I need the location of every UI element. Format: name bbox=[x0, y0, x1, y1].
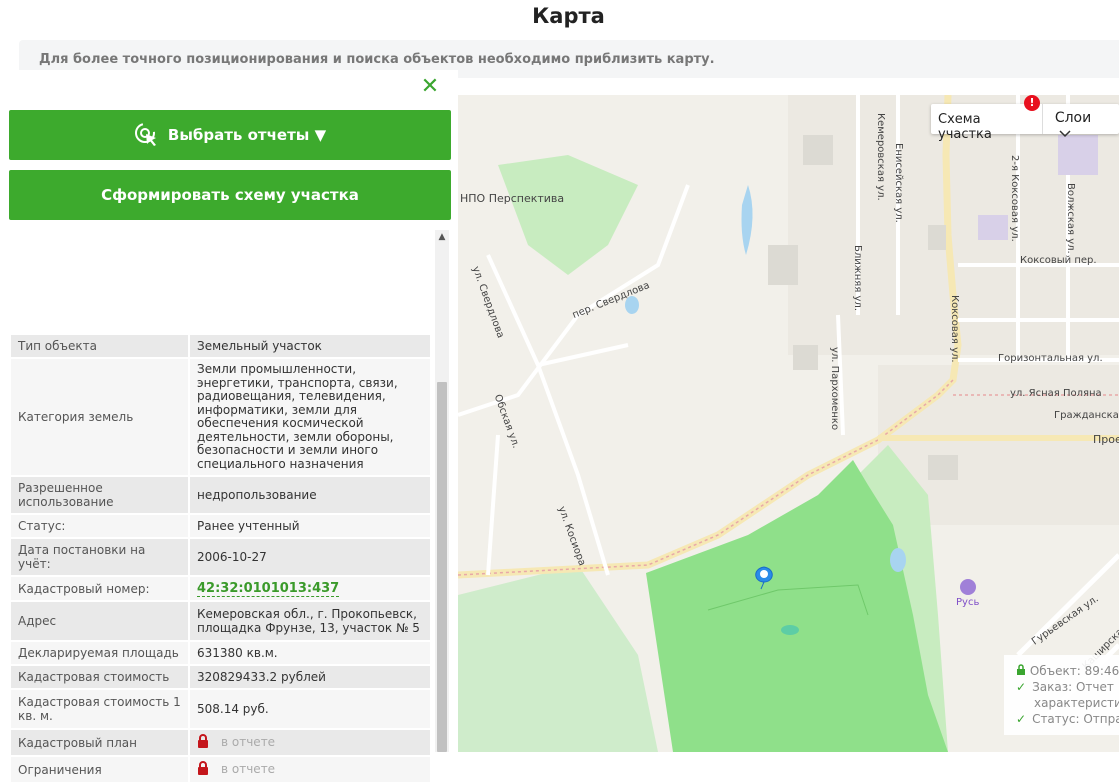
map-label-volzhskaya: Волжская ул. bbox=[1065, 183, 1076, 254]
hotel-icon bbox=[960, 579, 976, 595]
check-icon: ✓ bbox=[1016, 680, 1027, 694]
alert-badge: ! bbox=[1024, 95, 1040, 111]
table-row: Дата постановки на учёт: 2006-10-27 bbox=[11, 539, 430, 575]
attr-value: Кемеровская обл., г. Прокопьевск, площад… bbox=[188, 602, 430, 640]
attr-key: Кадастровая стоимость bbox=[11, 666, 188, 688]
attr-key: Адрес bbox=[11, 602, 188, 640]
attr-key: Кадастровый номер: bbox=[11, 577, 188, 600]
status-state: Статус: Отпра bbox=[1032, 712, 1119, 726]
layers-dropdown[interactable]: Слои bbox=[1043, 104, 1119, 138]
page-title: Карта bbox=[532, 4, 605, 28]
attr-key: Декларируемая площадь bbox=[11, 642, 188, 664]
attr-key: Категория земель bbox=[11, 359, 188, 475]
map-label-pro: Прое bbox=[1093, 433, 1119, 446]
scroll-up-arrow-icon[interactable]: ▲ bbox=[435, 232, 449, 246]
close-icon[interactable]: ✕ bbox=[419, 76, 441, 98]
map-label-parkhomenko: ул. Пархоменко bbox=[829, 347, 840, 431]
table-row: Кадастровый номер: 42:32:0101013:437 bbox=[11, 577, 430, 600]
order-status-box: Объект: 89:46 ✓ Заказ: Отчет характеристи… bbox=[1004, 655, 1119, 735]
attr-value: 320829433.2 рублей bbox=[188, 666, 430, 688]
attr-key: Кадастровая стоимость 1 кв. м. bbox=[11, 690, 188, 728]
form-scheme-label: Сформировать схему участка bbox=[101, 186, 359, 204]
forest-area-southwest bbox=[458, 565, 658, 752]
attr-key: Дата постановки на учёт: bbox=[11, 539, 188, 575]
map-layer-control: Схема участка Слои bbox=[931, 104, 1119, 142]
pond-north bbox=[741, 185, 753, 255]
map-label-rus: Русь bbox=[956, 597, 980, 608]
attr-value: Земельный участок bbox=[188, 335, 430, 357]
map-label-blizhnyaya: Ближняя ул. bbox=[852, 245, 863, 311]
attr-value-locked: в отчете bbox=[188, 730, 430, 755]
cadastral-number-cell: 42:32:0101013:437 bbox=[188, 577, 430, 600]
map-label-eniseyskaya: Енисейская ул. bbox=[893, 143, 904, 223]
in-report-label: в отчете bbox=[221, 762, 276, 776]
table-row: Ограничения в отчете bbox=[11, 757, 430, 782]
status-order: Заказ: Отчет bbox=[1032, 680, 1114, 694]
attr-value: недропользование bbox=[188, 477, 430, 513]
lock-icon bbox=[197, 734, 209, 751]
cursor-click-icon bbox=[134, 123, 156, 146]
attr-key: Ограничения bbox=[11, 757, 188, 782]
map-label-koksovaya2: 2-я Коксовая ул. bbox=[1009, 155, 1020, 242]
map-label-gorizontalnaya: Горизонтальная ул. bbox=[998, 353, 1103, 364]
panel-scrollbar[interactable]: ▲ bbox=[435, 230, 449, 752]
attr-key: Тип объекта bbox=[11, 335, 188, 357]
table-row: Разрешенное использование недропользован… bbox=[11, 477, 430, 513]
form-scheme-button[interactable]: Сформировать схему участка bbox=[9, 170, 451, 220]
attr-value: 631380 кв.м. bbox=[188, 642, 430, 664]
attr-key: Разрешенное использование bbox=[11, 477, 188, 513]
map-canvas[interactable]: НПО Перспектива ул. Свердлова пер. Сверд… bbox=[458, 95, 1119, 752]
select-reports-label: Выбрать отчеты ▼ bbox=[167, 126, 327, 144]
map-label-grazhdanskaya: Гражданская bbox=[1054, 410, 1119, 421]
map-label-yasnaya-polyana: ул. Ясная Поляна bbox=[1010, 388, 1102, 399]
map-label-kemerovskaya: Кемеровская ул. bbox=[875, 113, 886, 201]
table-row: Адрес Кемеровская обл., г. Прокопьевск, … bbox=[11, 602, 430, 640]
table-row: Тип объекта Земельный участок bbox=[11, 335, 430, 357]
attr-value: Земли промышленности, энергетики, трансп… bbox=[188, 359, 430, 475]
attr-value-locked: в отчете bbox=[188, 757, 430, 782]
attr-value: Ранее учтенный bbox=[188, 515, 430, 537]
attr-value: 508.14 руб. bbox=[188, 690, 430, 728]
map-label-koksovaya: Коксовая ул. bbox=[949, 295, 960, 363]
table-row: Категория земель Земли промышленности, э… bbox=[11, 359, 430, 475]
cadastral-number-link[interactable]: 42:32:0101013:437 bbox=[197, 581, 340, 597]
in-report-label: в отчете bbox=[221, 735, 276, 749]
map-label-npo: НПО Перспектива bbox=[460, 192, 565, 205]
table-row: Кадастровая стоимость 320829433.2 рублей bbox=[11, 666, 430, 688]
lock-icon bbox=[1016, 664, 1026, 678]
attr-value: 2006-10-27 bbox=[188, 539, 430, 575]
table-row: Декларируемая площадь 631380 кв.м. bbox=[11, 642, 430, 664]
check-icon: ✓ bbox=[1016, 712, 1027, 726]
lock-icon bbox=[197, 761, 209, 778]
select-reports-button[interactable]: Выбрать отчеты ▼ bbox=[9, 110, 451, 160]
attr-key: Кадастровый план bbox=[11, 730, 188, 755]
chevron-down-icon bbox=[1059, 130, 1071, 138]
object-attributes-table: Тип объекта Земельный участок Категория … bbox=[11, 333, 430, 784]
map-label-koksovy-lane: Коксовый пер. bbox=[1020, 255, 1097, 266]
attr-key: Статус: bbox=[11, 515, 188, 537]
table-row: Кадастровая стоимость 1 кв. м. 508.14 ру… bbox=[11, 690, 430, 728]
status-order-detail: характеристиках bbox=[1034, 696, 1119, 710]
status-object: Объект: 89:46 bbox=[1029, 664, 1119, 678]
table-row: Статус: Ранее учтенный bbox=[11, 515, 430, 537]
table-row: Кадастровый план в отчете bbox=[11, 730, 430, 755]
scroll-thumb[interactable] bbox=[437, 382, 447, 752]
layers-label: Слои bbox=[1054, 110, 1092, 126]
